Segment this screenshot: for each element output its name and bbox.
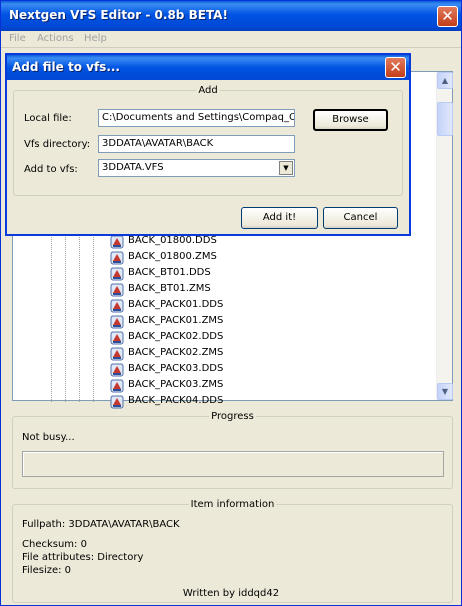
local-file-input[interactable]: C:\Documents and Settings\Compaq_Ow [98,109,295,127]
item-checksum: Checksum: 0 [22,539,87,550]
item-filesize: Filesize: 0 [22,565,72,576]
menu-bar: File Actions Help [1,31,461,48]
local-file-label: Local file: [24,113,72,124]
footer-credit-text: Written by iddqd42 [180,588,282,599]
dialog-close-icon[interactable]: ✕ [385,57,406,78]
add-to-vfs-value: 3DDATA.VFS [102,162,164,173]
tree-file-label: BACK_PACK01.DDS [128,299,224,310]
menu-actions[interactable]: Actions [37,33,74,44]
file-icon [110,363,124,377]
main-window: Nextgen VFS Editor - 0.8b BETA! ✕ File A… [0,0,462,606]
item-attributes: File attributes: Directory [22,552,144,563]
menu-file[interactable]: File [9,33,26,44]
add-it-button[interactable]: Add it! [241,207,318,229]
file-icon [110,267,124,281]
tree-file-label: BACK_PACK02.DDS [128,331,224,342]
vfs-directory-label: Vfs directory: [24,139,91,150]
browse-button[interactable]: Browse [313,109,388,131]
file-icon [110,235,124,249]
progress-bar [22,451,444,477]
tree-file-label: BACK_BT01.DDS [128,267,211,278]
tree-file-label: BACK_01800.DDS [128,235,217,246]
window-title: Nextgen VFS Editor - 0.8b BETA! [9,8,228,22]
cancel-button[interactable]: Cancel [323,207,398,229]
tree-file-label: BACK_PACK03.ZMS [128,379,224,390]
add-to-vfs-label: Add to vfs: [24,164,78,175]
menu-help[interactable]: Help [84,33,107,44]
tree-file-label: BACK_PACK02.ZMS [128,347,224,358]
dropdown-arrow-icon[interactable]: ▼ [279,161,293,175]
scrollbar-thumb[interactable] [437,102,453,136]
title-bar[interactable]: Nextgen VFS Editor - 0.8b BETA! ✕ [1,1,461,31]
tree-file-label: BACK_PACK03.DDS [128,363,224,374]
add-group-label: Add [198,85,218,96]
item-info-group-label: Item information [190,499,275,510]
scroll-down-icon[interactable]: ▼ [437,383,453,400]
tree-file-label: BACK_PACK01.ZMS [128,315,224,326]
item-fullpath: Fullpath: 3DDATA\AVATAR\BACK [22,519,180,530]
footer-credit: Written by iddqd42 [1,588,461,599]
file-icon [110,395,124,409]
tree-scrollbar[interactable]: ▲ ▼ [436,72,453,400]
progress-group-label: Progress [211,411,254,422]
close-icon[interactable]: ✕ [437,6,458,27]
file-icon [110,299,124,313]
dialog-title: Add file to vfs... [12,60,120,74]
progress-status: Not busy... [22,432,75,443]
file-icon [110,315,124,329]
tree-file-label: BACK_PACK04.DDS [128,395,224,406]
tree-file-label: BACK_01800.ZMS [128,251,217,262]
progress-group: Progress [12,411,453,489]
file-icon [110,251,124,265]
vfs-directory-input[interactable]: 3DDATA\AVATAR\BACK [98,135,295,153]
file-icon [110,347,124,361]
file-icon [110,331,124,345]
file-icon [110,283,124,297]
scroll-up-icon[interactable]: ▲ [437,72,453,89]
add-file-dialog: Add file to vfs... ✕ Add Local file: C:\… [5,53,411,236]
add-to-vfs-select[interactable]: 3DDATA.VFS ▼ [98,159,295,177]
tree-file-label: BACK_BT01.ZMS [128,283,211,294]
dialog-title-bar[interactable]: Add file to vfs... ✕ [7,55,409,80]
file-icon [110,379,124,393]
